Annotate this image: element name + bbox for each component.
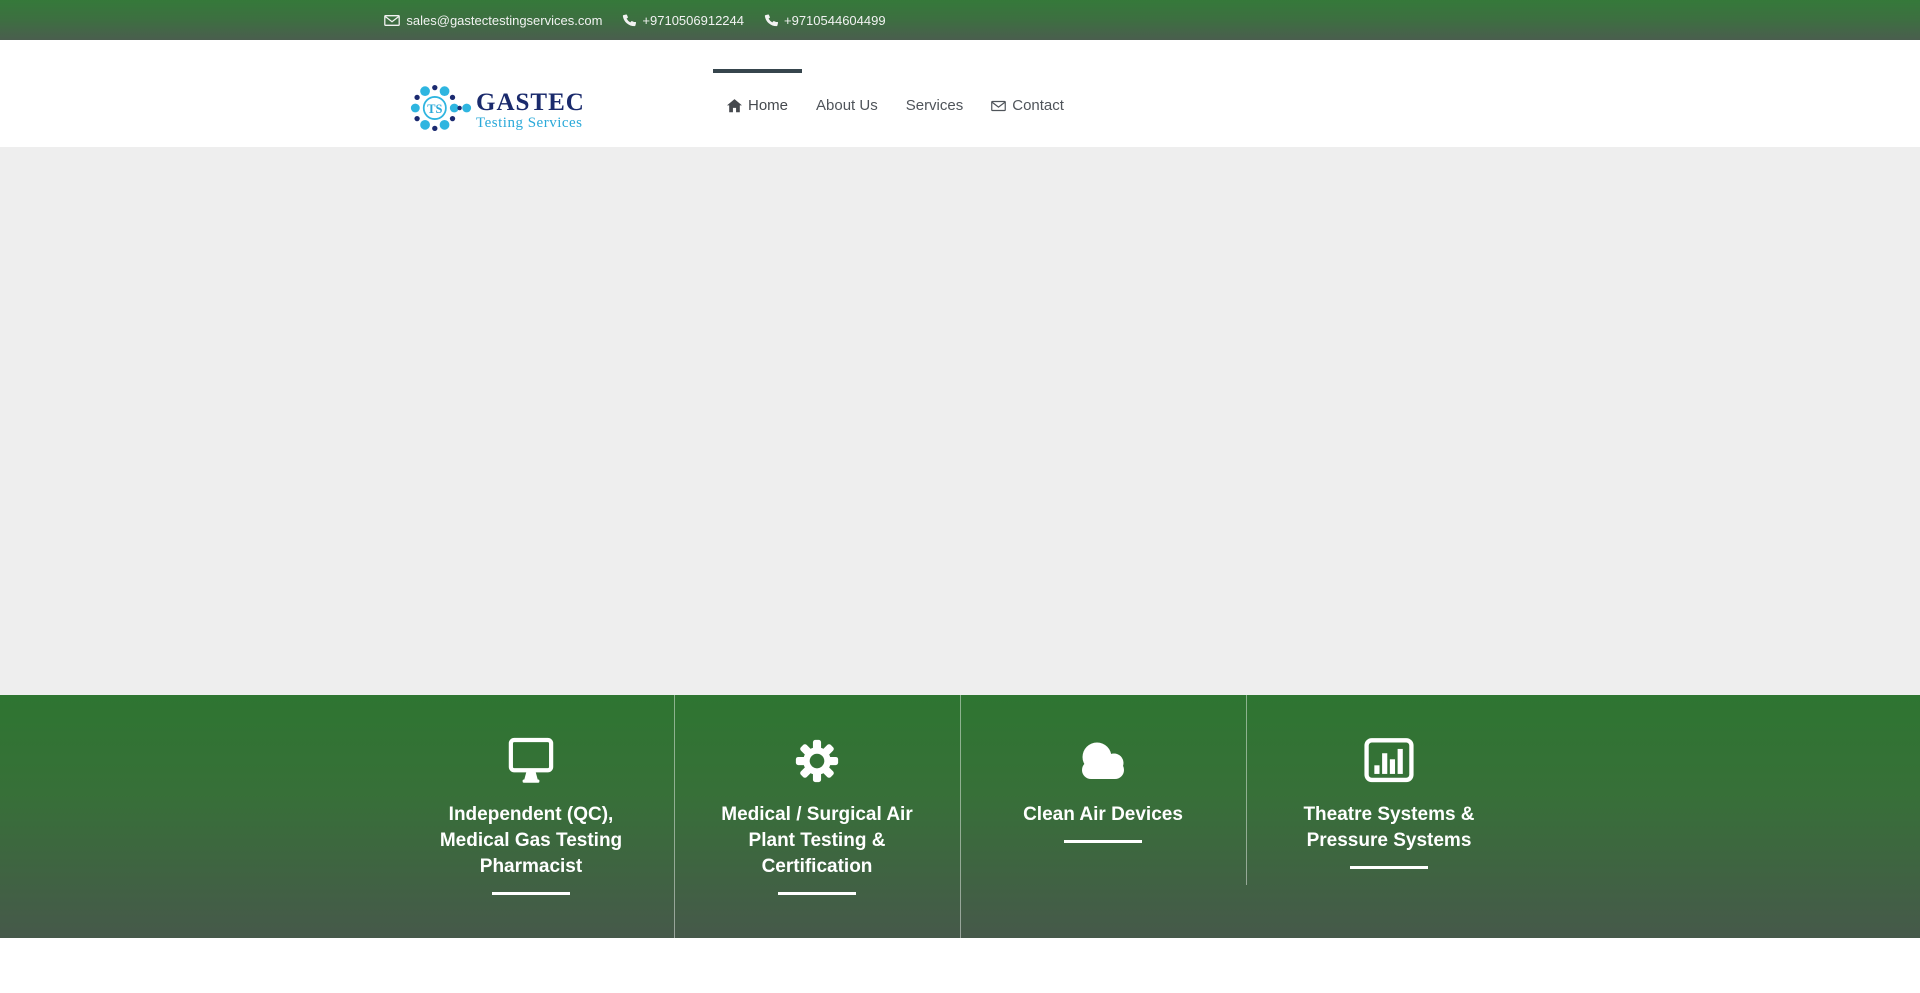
email-link[interactable]: sales@gastectestingservices.com [384,14,602,27]
page: sales@gastectestingservices.com +9710506… [0,0,1920,993]
nav-label: Contact [1012,97,1064,114]
feature-title: Independent (QC), Medical Gas Testing Ph… [388,802,674,880]
title-underline [492,892,570,895]
footer [0,938,1920,993]
brand-text: GASTEC Testing Services [476,90,585,132]
logo-monogram: TS [427,102,442,116]
desktop-monitor-icon [388,735,674,787]
title-underline [1350,866,1428,869]
cloud-icon [960,735,1246,787]
phone-number-2: +9710544604499 [784,14,886,27]
nav-label: About Us [816,97,878,114]
column-divider [674,695,675,938]
nav-item-services[interactable]: Services [892,69,978,144]
phone-icon [764,13,778,27]
home-icon [727,99,742,113]
feature-title: Medical / Surgical Air Plant Testing & C… [674,802,960,880]
main-navigation: Home About Us Services Contact [713,69,1078,144]
features-section: Independent (QC), Medical Gas Testing Ph… [0,695,1920,938]
contact-info-row: sales@gastectestingservices.com +9710506… [0,13,1270,27]
title-underline [1064,840,1142,843]
feature-card-clean-air-devices: Clean Air Devices [960,695,1246,938]
title-underline [778,892,856,895]
phone-number-1: +9710506912244 [642,14,744,27]
bar-chart-icon [1246,735,1532,787]
column-divider [1246,695,1247,885]
envelope-icon [991,100,1006,112]
column-divider [960,695,961,938]
feature-card-air-plant-testing: Medical / Surgical Air Plant Testing & C… [674,695,960,938]
top-contact-bar: sales@gastectestingservices.com +9710506… [0,0,1920,40]
nav-item-contact[interactable]: Contact [977,69,1078,144]
phone-link-2[interactable]: +9710544604499 [764,13,886,27]
feature-title: Theatre Systems & Pressure Systems [1246,802,1532,854]
site-header: TS GASTEC Testing Services Home [0,40,1920,147]
brand-tagline: Testing Services [476,115,585,132]
nav-label: Home [748,97,788,114]
nav-item-home[interactable]: Home [713,69,802,144]
email-text: sales@gastectestingservices.com [406,14,602,27]
brand-logo[interactable]: TS GASTEC Testing Services [410,80,585,141]
feature-title: Clean Air Devices [960,802,1246,828]
brand-name: GASTEC [476,90,585,115]
nav-label: Services [906,97,964,114]
phone-icon [622,13,636,27]
envelope-icon [384,14,400,27]
phone-link-1[interactable]: +9710506912244 [622,13,744,27]
nav-item-about-us[interactable]: About Us [802,69,892,144]
hero-slider [0,147,1920,695]
feature-card-theatre-pressure-systems: Theatre Systems & Pressure Systems [1246,695,1532,938]
gear-icon [674,735,960,787]
logo-dots-ring-icon: TS [410,80,472,141]
feature-card-medical-gas-testing: Independent (QC), Medical Gas Testing Ph… [388,695,674,938]
